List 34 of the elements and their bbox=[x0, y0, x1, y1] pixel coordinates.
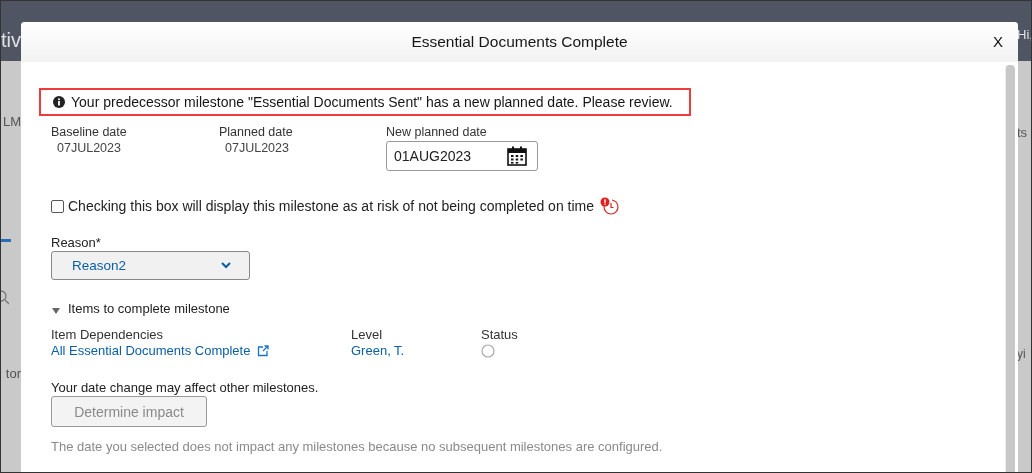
column-header: Level bbox=[351, 327, 384, 342]
field-value: 07JUL2023 bbox=[225, 141, 290, 155]
calendar-icon bbox=[507, 146, 527, 166]
alert-message: Your predecessor milestone "Essential Documents Sent" has a new planned date. Please review. bbox=[71, 94, 673, 110]
background-text: LM bbox=[1, 114, 21, 129]
section-toggle[interactable]: Items to complete milestone bbox=[51, 301, 1005, 316]
checkbox-label: Checking this box will display this milestone as at risk of not being completed on time bbox=[68, 198, 595, 214]
dependency-link[interactable]: All Essential Documents Complete bbox=[51, 343, 251, 358]
date-input-field[interactable]: 01AUG2023 bbox=[386, 141, 538, 171]
impact-note: The date you selected does not impact any milestones because no subsequent milestones are configured. bbox=[51, 439, 664, 454]
at-risk-checkbox[interactable] bbox=[51, 199, 64, 213]
tab-indicator bbox=[1, 239, 11, 242]
column-header: Item Dependencies bbox=[51, 327, 164, 342]
background-text: ts bbox=[1017, 125, 1029, 140]
field-label: Reason* bbox=[51, 235, 102, 250]
background-text: tor bbox=[4, 366, 21, 381]
background-text: tiv bbox=[1, 29, 21, 52]
column-header: Status bbox=[481, 327, 519, 342]
field-value: 07JUL2023 bbox=[57, 141, 122, 155]
triangle-down-icon bbox=[51, 305, 61, 315]
external-link-icon bbox=[257, 344, 270, 357]
background-text: Hi, bbox=[1017, 27, 1031, 42]
field-label: Baseline date bbox=[51, 125, 128, 139]
reason-dropdown[interactable]: Reason2 bbox=[51, 251, 250, 280]
close-button[interactable]: X bbox=[991, 33, 1005, 50]
impact-prompt: Your date change may affect other milestones. bbox=[51, 380, 320, 395]
field-label: New planned date bbox=[386, 125, 488, 139]
dialog-title: Essential Documents Complete bbox=[411, 33, 628, 51]
info-icon bbox=[53, 96, 65, 108]
chevron-down-icon bbox=[221, 262, 231, 269]
at-risk-clock-icon bbox=[600, 197, 621, 215]
level-link[interactable]: Green, T. bbox=[351, 343, 405, 358]
field-label: Planned date bbox=[219, 125, 294, 139]
scrollbar[interactable] bbox=[1005, 65, 1015, 472]
